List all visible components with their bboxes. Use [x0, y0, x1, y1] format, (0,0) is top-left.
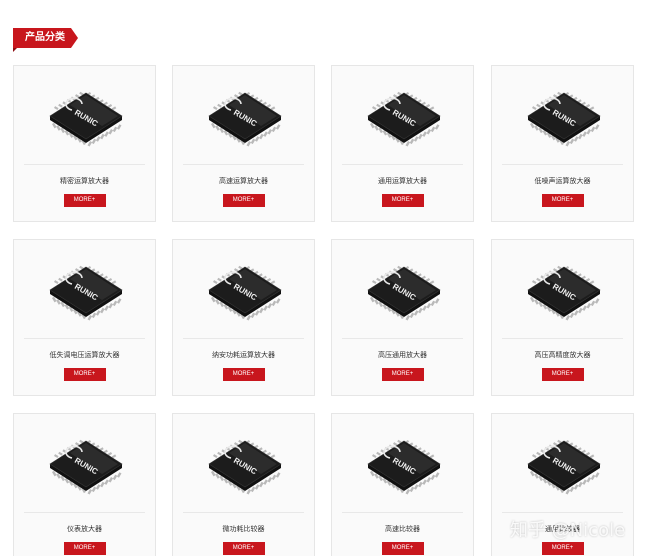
product-image[interactable]: RUNIC [173, 240, 314, 335]
product-title[interactable]: 微功耗比较器 [173, 524, 314, 534]
product-image[interactable]: RUNIC [173, 414, 314, 509]
product-image[interactable]: RUNIC [14, 66, 155, 161]
product-card[interactable]: RUNIC 纳安功耗运算放大器 MORE+ [172, 239, 315, 396]
card-divider [183, 164, 304, 165]
card-divider [24, 338, 145, 339]
watermark: 知乎 @Nicole [510, 520, 626, 541]
product-card[interactable]: RUNIC 高速运算放大器 MORE+ [172, 65, 315, 222]
section-title-tag: 产品分类 [13, 28, 78, 48]
chip-icon: RUNIC [367, 439, 441, 495]
more-button[interactable]: MORE+ [222, 542, 265, 555]
product-image[interactable]: RUNIC [492, 66, 633, 161]
card-divider [502, 512, 623, 513]
product-title[interactable]: 纳安功耗运算放大器 [173, 350, 314, 360]
card-divider [342, 338, 463, 339]
chip-icon: RUNIC [49, 439, 123, 495]
chip-icon: RUNIC [527, 439, 601, 495]
card-divider [24, 512, 145, 513]
product-card[interactable]: RUNIC 低噪声运算放大器 MORE+ [491, 65, 634, 222]
product-card[interactable]: RUNIC 低失调电压运算放大器 MORE+ [13, 239, 156, 396]
more-button[interactable]: MORE+ [541, 368, 584, 381]
product-title[interactable]: 低失调电压运算放大器 [14, 350, 155, 360]
product-title[interactable]: 通用运算放大器 [332, 176, 473, 186]
more-button[interactable]: MORE+ [222, 194, 265, 207]
product-card[interactable]: RUNIC 通用运算放大器 MORE+ [331, 65, 474, 222]
more-button[interactable]: MORE+ [381, 194, 424, 207]
card-divider [342, 164, 463, 165]
chip-icon: RUNIC [367, 91, 441, 147]
chip-icon: RUNIC [367, 265, 441, 321]
more-button[interactable]: MORE+ [381, 542, 424, 555]
product-category-page: 产品分类 RUNIC 精密运算放大器 MORE+ RUNIC 高速运算放大器 MORE+ R… [0, 0, 650, 556]
tag-arrow-decoration [71, 28, 78, 48]
chip-icon: RUNIC [527, 265, 601, 321]
card-divider [342, 512, 463, 513]
chip-icon: RUNIC [527, 91, 601, 147]
more-button[interactable]: MORE+ [541, 194, 584, 207]
card-divider [183, 512, 304, 513]
more-button[interactable]: MORE+ [222, 368, 265, 381]
more-button[interactable]: MORE+ [381, 368, 424, 381]
product-image[interactable]: RUNIC [492, 240, 633, 335]
more-button[interactable]: MORE+ [63, 368, 106, 381]
product-image[interactable]: RUNIC [332, 414, 473, 509]
product-image[interactable]: RUNIC [492, 414, 633, 509]
product-image[interactable]: RUNIC [14, 414, 155, 509]
card-divider [24, 164, 145, 165]
product-title[interactable]: 高速运算放大器 [173, 176, 314, 186]
product-title[interactable]: 精密运算放大器 [14, 176, 155, 186]
product-card[interactable]: RUNIC 仪表放大器 MORE+ [13, 413, 156, 556]
chip-icon: RUNIC [49, 265, 123, 321]
more-button[interactable]: MORE+ [63, 542, 106, 555]
product-image[interactable]: RUNIC [332, 66, 473, 161]
product-card[interactable]: RUNIC 微功耗比较器 MORE+ [172, 413, 315, 556]
product-image[interactable]: RUNIC [332, 240, 473, 335]
product-image[interactable]: RUNIC [14, 240, 155, 335]
chip-icon: RUNIC [208, 265, 282, 321]
chip-icon: RUNIC [208, 439, 282, 495]
product-card[interactable]: RUNIC 精密运算放大器 MORE+ [13, 65, 156, 222]
product-title[interactable]: 高速比较器 [332, 524, 473, 534]
product-title[interactable]: 高压通用放大器 [332, 350, 473, 360]
product-title[interactable]: 高压高精度放大器 [492, 350, 633, 360]
product-card[interactable]: RUNIC 高压通用放大器 MORE+ [331, 239, 474, 396]
product-card[interactable]: RUNIC 高压高精度放大器 MORE+ [491, 239, 634, 396]
product-image[interactable]: RUNIC [173, 66, 314, 161]
card-divider [183, 338, 304, 339]
chip-icon: RUNIC [49, 91, 123, 147]
tag-fold-decoration [13, 48, 17, 52]
product-title[interactable]: 低噪声运算放大器 [492, 176, 633, 186]
card-divider [502, 164, 623, 165]
product-card[interactable]: RUNIC 高速比较器 MORE+ [331, 413, 474, 556]
more-button[interactable]: MORE+ [63, 194, 106, 207]
more-button[interactable]: MORE+ [541, 542, 584, 555]
product-title[interactable]: 仪表放大器 [14, 524, 155, 534]
chip-icon: RUNIC [208, 91, 282, 147]
section-title: 产品分类 [13, 28, 71, 48]
card-divider [502, 338, 623, 339]
